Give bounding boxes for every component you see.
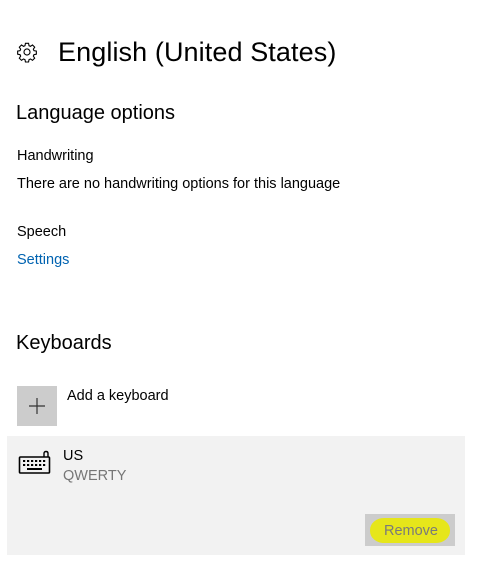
keyboard-name: US <box>63 448 84 464</box>
handwriting-label: Handwriting <box>17 148 94 164</box>
keyboard-icon <box>18 450 51 474</box>
keyboard-item-us[interactable]: US QWERTY Remove <box>7 436 465 555</box>
handwriting-description: There are no handwriting options for thi… <box>17 176 341 192</box>
plus-icon <box>17 386 57 426</box>
keyboards-heading: Keyboards <box>16 332 112 354</box>
keyboard-layout: QWERTY <box>63 468 127 484</box>
gear-icon <box>17 42 37 63</box>
speech-settings-link[interactable]: Settings <box>17 252 69 268</box>
remove-button-label: Remove <box>370 517 450 543</box>
speech-label: Speech <box>17 224 67 240</box>
language-options-heading: Language options <box>16 102 176 124</box>
page-title: English (United States) <box>58 36 337 67</box>
page-header: English (United States) <box>16 34 336 70</box>
add-keyboard-button[interactable]: Add a keyboard <box>17 386 169 426</box>
add-keyboard-label: Add a keyboard <box>67 388 169 404</box>
remove-keyboard-button[interactable]: Remove <box>365 514 455 546</box>
